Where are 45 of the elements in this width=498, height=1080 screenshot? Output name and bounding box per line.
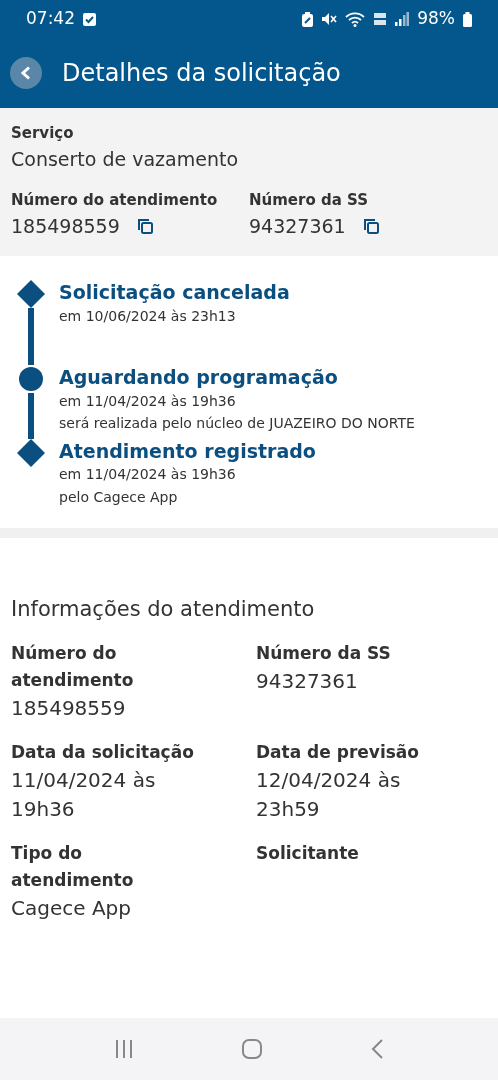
field-value: 94327361: [249, 213, 346, 239]
step-detail: em 11/04/2024 às 19h36: [59, 465, 237, 485]
recent-apps-icon[interactable]: [113, 1039, 134, 1059]
step-detail: será realizada pelo núcleo de JUAZEIRO DO NORTE: [59, 414, 415, 434]
field-label: Número da SS: [249, 190, 369, 211]
field-label: Data da solicitação: [11, 740, 195, 764]
step-detail: em 11/04/2024 às 19h36: [59, 391, 237, 411]
field-label: Tipo do atendimento: [11, 842, 135, 893]
signal-icon: [395, 12, 410, 26]
diamond-marker-icon: [17, 438, 45, 467]
battery-percent: 98%: [417, 7, 455, 31]
field-value: 12/04/2024 às 23h59: [256, 767, 402, 824]
home-icon[interactable]: [241, 1038, 263, 1060]
field-label: Número do atendimento: [11, 190, 219, 211]
section-title: Informações do atendimento: [11, 596, 316, 623]
field-label: Serviço: [11, 123, 75, 144]
step-detail: em 10/06/2024 às 23h13: [59, 306, 237, 326]
field-value: 11/04/2024 às 19h36: [11, 767, 157, 824]
wifi-icon: [345, 11, 366, 27]
field-value: 94327361: [256, 667, 359, 695]
step-detail: pelo Cagece App: [59, 487, 179, 507]
step-title: Solicitação cancelada: [59, 280, 290, 305]
circle-marker-icon: [17, 365, 45, 394]
battery-saver-icon: [302, 11, 314, 27]
field-label: Data de previsão: [256, 740, 420, 764]
field-label: Solicitante: [256, 842, 360, 866]
back-button[interactable]: [10, 57, 42, 89]
checkbox-icon: [83, 12, 96, 26]
chevron-left-icon: [20, 66, 32, 80]
field-value: 185498559: [11, 213, 120, 239]
back-icon[interactable]: [370, 1038, 385, 1060]
field-label: Número do atendimento: [11, 641, 135, 692]
diamond-marker-icon: [17, 280, 45, 308]
copy-icon[interactable]: [361, 216, 380, 235]
battery-icon: [463, 11, 472, 27]
mute-icon: [321, 12, 338, 26]
page-title: Detalhes da solicitação: [62, 58, 341, 89]
field-value: Cagece App: [11, 895, 132, 923]
status-time: 07:42: [26, 7, 75, 31]
field-value: 185498559: [11, 694, 127, 722]
copy-icon[interactable]: [135, 216, 154, 235]
field-label: Número da SS: [256, 641, 392, 665]
step-title: Atendimento registrado: [59, 438, 316, 464]
step-title: Aguardando programação: [59, 365, 339, 390]
field-value: Conserto de vazamento: [11, 146, 240, 172]
